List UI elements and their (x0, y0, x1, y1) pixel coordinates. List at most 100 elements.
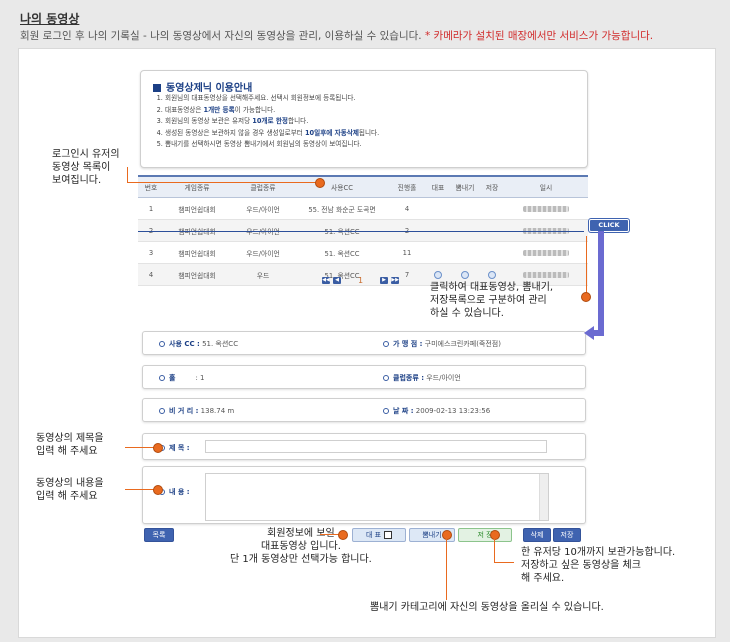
current-page[interactable]: 1 (358, 276, 363, 285)
textarea-scrollbar[interactable] (539, 474, 548, 520)
page-title: 나의 동영상 (20, 12, 80, 26)
table-row[interactable]: 3 챔피언쉽대회 우드/아이언 51. 옥션CC 11 (138, 241, 588, 264)
show-radio[interactable] (461, 270, 469, 279)
club-value: 우드/아이언 (426, 374, 461, 382)
annotation-line: 보여집니다. (52, 175, 102, 186)
annotation-line: 저장하고 싶은 동영상을 체크 (521, 560, 641, 571)
connector-line (125, 447, 155, 448)
connector-line (125, 489, 155, 490)
circle-bullet-icon (383, 408, 389, 414)
guide-item-text: 생성된 동영상은 보관하지 않을 경우 생성일로부터 (165, 128, 305, 137)
cell-club: 우드 (230, 263, 296, 286)
cc-value: 51. 옥션CC (202, 340, 239, 348)
col-header: 진행홀 (388, 175, 426, 198)
selection-divider (138, 231, 584, 232)
cell-no: 3 (138, 241, 164, 264)
list-button[interactable]: 목록 (144, 528, 174, 542)
connector-line (494, 538, 495, 562)
connector-line (127, 182, 317, 183)
guide-list: 회원님의 대표동영상을 선택해주세요. 선택시 회원정보에 등록됩니다. 대표동… (151, 93, 379, 151)
annotation-dot (315, 178, 325, 188)
page-subtitle: 회원 로그인 후 나의 기록실 - 나의 동영상에서 자신의 동영상을 관리, … (20, 28, 653, 43)
cell-cc: 55. 전남 화순군 도곡면 (296, 197, 388, 220)
annotation-line: 클릭하여 대표동영상, 뽐내기, (430, 282, 554, 293)
connector-line (586, 236, 587, 296)
save-radio[interactable] (488, 270, 496, 279)
representative-annotation: 회원정보에 보일 대표동영상 입니다. 단 1개 동영상만 선택가능 합니다. (230, 527, 372, 566)
col-header: 일시 (504, 175, 588, 198)
club-field: 클럽종류 : 우드/아이언 (383, 373, 461, 383)
annotation-line: 해 주세요. (521, 573, 565, 584)
cell-rep (426, 197, 450, 220)
content-label: 내 용 : (169, 488, 190, 496)
guide-item-text: 합니다. (288, 117, 309, 125)
cell-date (504, 241, 588, 264)
circle-bullet-icon (383, 341, 389, 347)
delete-button[interactable]: 삭제 (523, 528, 551, 542)
cc-field: 사용 CC : 51. 옥션CC (159, 339, 238, 349)
blurred-date (523, 205, 569, 212)
cell-game: 챔피언쉽대회 (164, 241, 230, 264)
last-page-icon[interactable]: ▶▶ (391, 277, 400, 284)
annotation-line: 로그인시 유저의 (52, 149, 120, 160)
blurred-date (523, 271, 569, 278)
click-annotation: 클릭하여 대표동영상, 뽐내기, 저장목록으로 구분하여 관리 하실 수 있습니… (430, 281, 553, 320)
store-button[interactable]: 저장 (553, 528, 581, 542)
guide-item: 대표동영상은 1개만 등록이 가능합니다. (165, 105, 379, 117)
flow-arrow-line (598, 231, 604, 334)
distance-field: 비 거 리 : 138.74 m (159, 406, 234, 416)
rep-radio[interactable] (434, 270, 442, 279)
detail-row-title: 제 목 : (142, 433, 586, 460)
cell-game: 챔피언쉽대회 (164, 197, 230, 220)
hole-value: : 1 (195, 374, 205, 382)
cell-rep (426, 241, 450, 264)
save-annotation: 한 유저당 10개까지 보관가능합니다. 저장하고 싶은 동영상을 체크 해 주… (521, 546, 675, 585)
annotation-dot (338, 530, 348, 540)
checkbox-icon[interactable] (384, 531, 393, 539)
annotation-line: 동영상의 내용을 (36, 478, 104, 489)
content-annotation: 동영상의 내용을 입력 해 주세요 (36, 477, 104, 503)
annotation-line: 대표동영상 입니다. (260, 541, 341, 552)
title-input[interactable] (205, 440, 547, 453)
col-header: 클럽종류 (230, 175, 296, 198)
title-annotation: 동영상의 제목을 입력 해 주세요 (36, 432, 104, 458)
connector-line (494, 562, 514, 563)
service-warning: * 카메라가 설치된 매장에서만 서비스가 가능합니다. (424, 30, 654, 42)
cell-no: 4 (138, 263, 164, 286)
club-label: 클럽종류 : (393, 374, 424, 382)
table-row[interactable]: 1 챔피언쉽대회 우드/아이언 55. 전남 화순군 도곡면 4 (138, 197, 588, 220)
annotation-line: 입력 해 주세요 (36, 446, 98, 457)
annotation-line: 입력 해 주세요 (36, 491, 98, 502)
col-header: 게임종류 (164, 175, 230, 198)
square-bullet-icon (153, 84, 161, 92)
guide-item-highlight: 10일후에 자동삭제 (304, 128, 359, 137)
guide-item-text: 이 가능합니다. (234, 105, 276, 114)
annotation-line: 동영상 목록이 (52, 162, 111, 173)
date-field: 날 짜 : 2009-02-13 13:23:56 (383, 406, 490, 416)
cell-save (480, 197, 504, 220)
first-page-icon[interactable]: ◀◀ (322, 277, 330, 284)
subtitle-text: 회원 로그인 후 나의 기록실 - 나의 동영상에서 자신의 동영상을 관리, … (20, 30, 422, 42)
col-header: 사용CC (296, 175, 388, 198)
detail-row-cc: 사용 CC : 51. 옥션CC 가 맹 점 : 구미에스크린카페(죽전점) (142, 331, 586, 355)
prev-page-icon[interactable]: ◀ (333, 277, 341, 284)
annotation-line: 동영상의 제목을 (36, 433, 104, 444)
content-textarea[interactable] (205, 473, 549, 521)
hole-label: 홀 (169, 374, 176, 382)
next-page-icon[interactable]: ▶ (380, 277, 389, 284)
detail-row-content: 내 용 : (142, 466, 586, 524)
col-header: 번호 (138, 175, 164, 198)
guide-item-text: 대표동영상은 (165, 105, 204, 114)
annotation-line: 단 1개 동영상만 선택가능 합니다. (230, 554, 372, 565)
cell-cc: 51. 옥션CC (296, 241, 388, 264)
circle-bullet-icon (383, 375, 389, 381)
hole-field: 홀 : 1 (159, 373, 205, 383)
annotation-dot (581, 292, 591, 302)
circle-bullet-icon (159, 341, 165, 347)
annotation-dot (490, 530, 500, 540)
cc-label: 사용 CC : (169, 340, 200, 348)
save-toggle-button[interactable]: 저 장 (458, 528, 512, 542)
guide-item: 회원님의 대표동영상을 선택해주세요. 선택시 회원정보에 등록됩니다. (165, 93, 379, 105)
distance-label: 비 거 리 : (169, 407, 199, 415)
date-label: 날 짜 : (393, 407, 414, 415)
